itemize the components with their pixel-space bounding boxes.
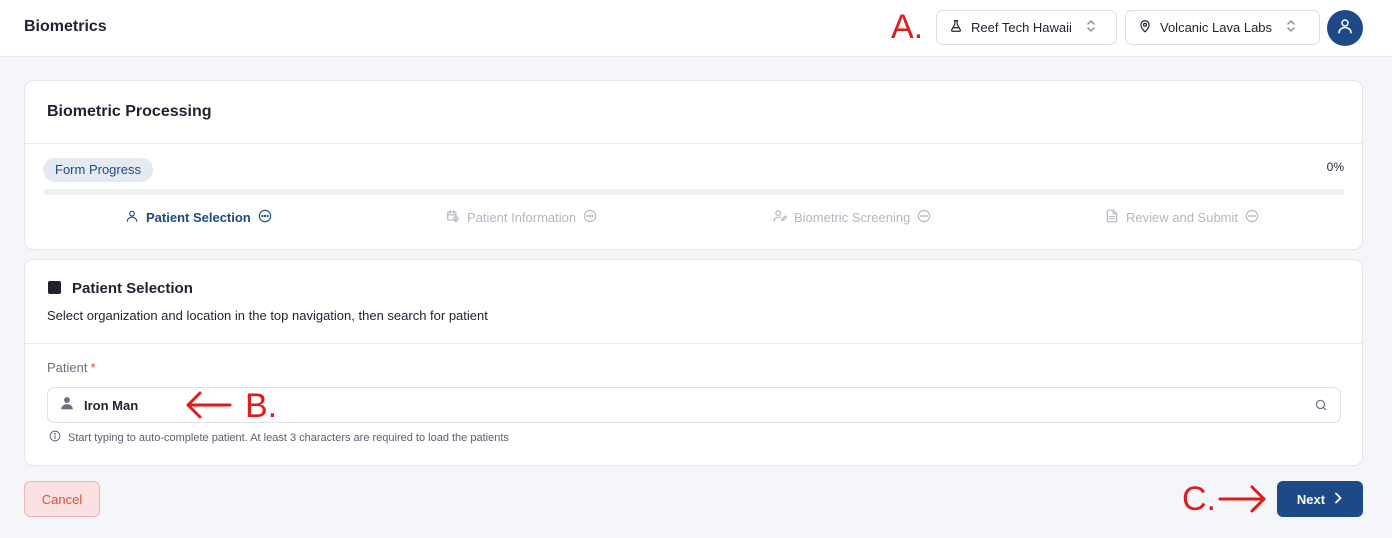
pending-dots-icon [917, 209, 931, 226]
divider [25, 343, 1362, 344]
step-label: Patient Selection [146, 210, 251, 225]
card-title: Biometric Processing [47, 103, 212, 120]
chevrons-up-down-icon [1286, 19, 1296, 36]
pending-dots-icon [583, 209, 597, 226]
user-icon [1336, 17, 1354, 40]
organization-label: Reef Tech Hawaii [971, 20, 1072, 35]
chevron-right-icon [1333, 492, 1343, 507]
location-label: Volcanic Lava Labs [1160, 20, 1273, 35]
hint-text: Start typing to auto-complete patient. A… [68, 431, 509, 444]
annotation-arrow-b [186, 391, 232, 419]
step-biometric-screening[interactable]: Biometric Screening [773, 209, 931, 226]
pending-dots-icon [258, 209, 272, 226]
pending-dots-icon [1245, 209, 1259, 226]
flask-icon [949, 19, 963, 36]
patient-label-text: Patient [47, 360, 88, 375]
annotation-a: A. [891, 8, 924, 46]
progress-percent: 0% [1326, 160, 1344, 174]
info-icon [49, 430, 61, 445]
cancel-button[interactable]: Cancel [24, 481, 100, 517]
square-icon [48, 281, 61, 294]
organization-select[interactable]: Reef Tech Hawaii [936, 10, 1117, 45]
patient-value[interactable]: Iron Man [84, 398, 138, 413]
required-mark: * [90, 360, 96, 375]
step-review-and-submit[interactable]: Review and Submit [1105, 209, 1259, 226]
section-subtitle: Select organization and location in the … [47, 308, 488, 323]
progress-bar [43, 189, 1344, 195]
location-select[interactable]: Volcanic Lava Labs [1125, 10, 1320, 45]
user-icon [125, 209, 139, 226]
calendar-clock-icon [446, 209, 460, 226]
divider [25, 143, 1362, 144]
form-progress-badge: Form Progress [43, 158, 153, 182]
map-pin-icon [1138, 19, 1152, 36]
step-label: Review and Submit [1126, 210, 1238, 225]
user-pen-icon [773, 209, 787, 226]
search-icon[interactable] [1314, 398, 1328, 417]
annotation-arrow-c [1218, 485, 1266, 513]
patient-selection-card: Patient Selection Select organization an… [24, 259, 1363, 466]
chevrons-up-down-icon [1086, 19, 1096, 36]
patient-search-input[interactable]: Iron Man [47, 387, 1341, 423]
next-button[interactable]: Next [1277, 481, 1363, 517]
user-avatar[interactable] [1327, 10, 1363, 46]
patient-hint: Start typing to auto-complete patient. A… [49, 430, 509, 445]
step-patient-information[interactable]: Patient Information [446, 209, 597, 226]
step-label: Patient Information [467, 210, 577, 225]
patient-field-label: Patient * [47, 360, 96, 375]
document-icon [1105, 209, 1119, 226]
annotation-b: B. [245, 387, 278, 425]
person-icon [60, 396, 74, 415]
top-navigation: Biometrics Reef Tech Hawaii Volcanic Lav… [0, 0, 1392, 57]
next-label: Next [1296, 491, 1326, 507]
page-title: Biometrics [24, 18, 107, 35]
step-label: Biometric Screening [794, 210, 911, 225]
annotation-c: C. [1182, 480, 1216, 518]
biometric-processing-card: Biometric Processing Form Progress 0% Pa… [24, 80, 1363, 250]
step-patient-selection[interactable]: Patient Selection [125, 209, 272, 226]
section-title: Patient Selection [72, 280, 193, 297]
